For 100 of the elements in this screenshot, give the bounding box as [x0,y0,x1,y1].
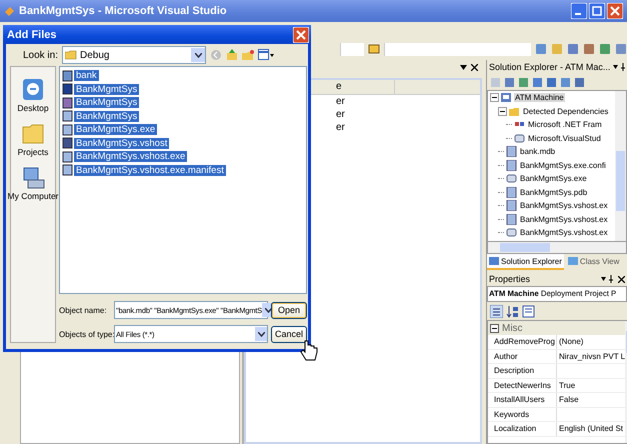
pin-icon[interactable] [613,63,627,71]
panel-title: Solution Explorer - ATM Mac... [489,62,610,72]
maximize-icon[interactable] [589,3,605,19]
solution-icon [489,256,500,266]
toolbar-icon[interactable] [518,76,529,88]
dialog-title: Add Files [7,28,57,41]
minimize-icon[interactable] [571,3,587,19]
file-icon [62,110,73,122]
category-label: Misc [502,322,523,334]
property-value[interactable]: English (United St [557,422,624,436]
file-item[interactable]: BankMgmtSys [74,84,140,95]
chevron-down-icon[interactable] [194,52,202,58]
toolbar-icon[interactable] [504,76,515,88]
cancel-button[interactable]: Cancel [271,326,307,342]
tab[interactable]: Class View [566,254,622,268]
tree-item[interactable]: Microsoft .NET Fram [527,120,603,130]
property-value[interactable]: False [557,393,579,406]
file-icon [506,200,517,212]
tree-item[interactable]: BankMgmtSys.exe [519,174,588,184]
up-folder-icon[interactable] [226,49,238,62]
pin-icon[interactable] [601,275,615,283]
desktop-icon [20,77,46,103]
class-view-icon [568,256,579,266]
property-name: Localization [494,422,557,436]
toolbar-icon[interactable] [567,43,579,55]
file-icon [62,96,73,109]
panel-title: Properties [489,274,532,284]
file-item[interactable]: BankMgmtSys.vshost.exe [74,151,188,162]
file-item[interactable]: BankMgmtSys [74,97,140,108]
toolbar-icon[interactable] [368,43,380,55]
categorized-icon[interactable] [490,304,503,318]
tree-item[interactable]: ATM Machine [514,93,565,102]
toolbar-icon[interactable] [535,43,547,55]
new-folder-icon[interactable] [242,49,254,62]
places-item[interactable]: My Computer [8,165,59,201]
module-icon [506,227,517,238]
module-icon [514,132,525,144]
tree-item[interactable]: BankMgmtSys.vshost.ex [519,201,609,210]
folder-icon [65,50,77,60]
file-item[interactable]: BankMgmtSys.vshost.exe.manifest [74,164,226,176]
list-item: er [335,108,346,121]
toolbar-icon[interactable] [583,43,595,55]
file-icon [62,70,73,82]
tree-item[interactable]: Detected Dependencies [522,106,610,116]
property-pages-icon[interactable] [522,304,535,318]
expander-icon[interactable] [498,106,507,116]
file-icon [506,186,517,198]
app-icon [4,6,15,16]
file-item[interactable]: bank [74,70,99,82]
file-icon [506,146,517,158]
toolbar-icon[interactable] [532,76,543,88]
hand-cursor-icon [300,340,318,362]
property-value[interactable]: Nirav_nivsn PVT L [557,350,626,363]
scrollbar[interactable] [615,91,626,241]
look-in-dropdown[interactable]: Debug [62,46,206,64]
chevron-down-icon[interactable] [258,332,264,336]
places-item[interactable]: Projects [18,121,48,157]
toolbar-icon[interactable] [574,76,585,88]
file-icon [506,214,517,225]
close-icon[interactable] [471,64,478,70]
category-row[interactable]: Misc [488,321,626,335]
expander-icon[interactable] [490,324,499,332]
scrollbar[interactable] [487,242,627,254]
chevron-down-icon[interactable] [264,308,272,312]
tree-item[interactable]: BankMgmtSys.exe.confi [519,160,607,170]
file-icon [62,137,73,150]
field-label: Look in: [22,50,58,61]
close-icon[interactable] [618,276,625,282]
tree-item[interactable]: BankMgmtSys.pdb [519,188,588,197]
tree-item[interactable]: BankMgmtSys.vshost.ex [519,214,609,224]
tree-item[interactable]: BankMgmtSys.vshost.ex [519,228,609,238]
tree-item[interactable]: Microsoft.VisualStud [527,134,602,143]
property-value[interactable]: True [557,378,576,392]
sort-icon[interactable] [506,304,519,318]
expander-icon[interactable] [490,93,499,102]
property-value[interactable]: (None) [557,335,584,348]
module-icon [506,173,517,184]
field-label: Object name: [59,306,108,314]
open-button[interactable]: Open [271,302,307,318]
tree-item[interactable]: bank.mdb [519,147,556,156]
property-name: Description [494,364,557,378]
property-name: Keywords [494,408,557,421]
views-menu-icon[interactable] [258,49,274,62]
tab[interactable]: Solution Explorer [487,254,564,270]
file-icon [506,160,517,171]
toolbar-icon[interactable] [599,43,611,55]
dropdown-icon[interactable] [460,64,467,70]
property-name: Author [494,350,557,363]
toolbar-icon[interactable] [560,76,571,88]
file-item[interactable]: BankMgmtSys [74,110,140,122]
toolbar-icon[interactable] [615,43,627,55]
file-item[interactable]: BankMgmtSys.vshost [74,138,170,149]
property-name: AddRemoveProg [494,335,557,348]
file-icon [62,124,73,136]
file-icon [62,150,73,163]
file-item[interactable]: BankMgmtSys.exe [74,124,158,136]
places-item[interactable]: Desktop [17,77,49,113]
folder-icon [509,106,520,117]
window-title: BankMgmtSys - Microsoft Visual Studio [19,5,227,17]
toolbar-icon[interactable] [546,76,557,88]
